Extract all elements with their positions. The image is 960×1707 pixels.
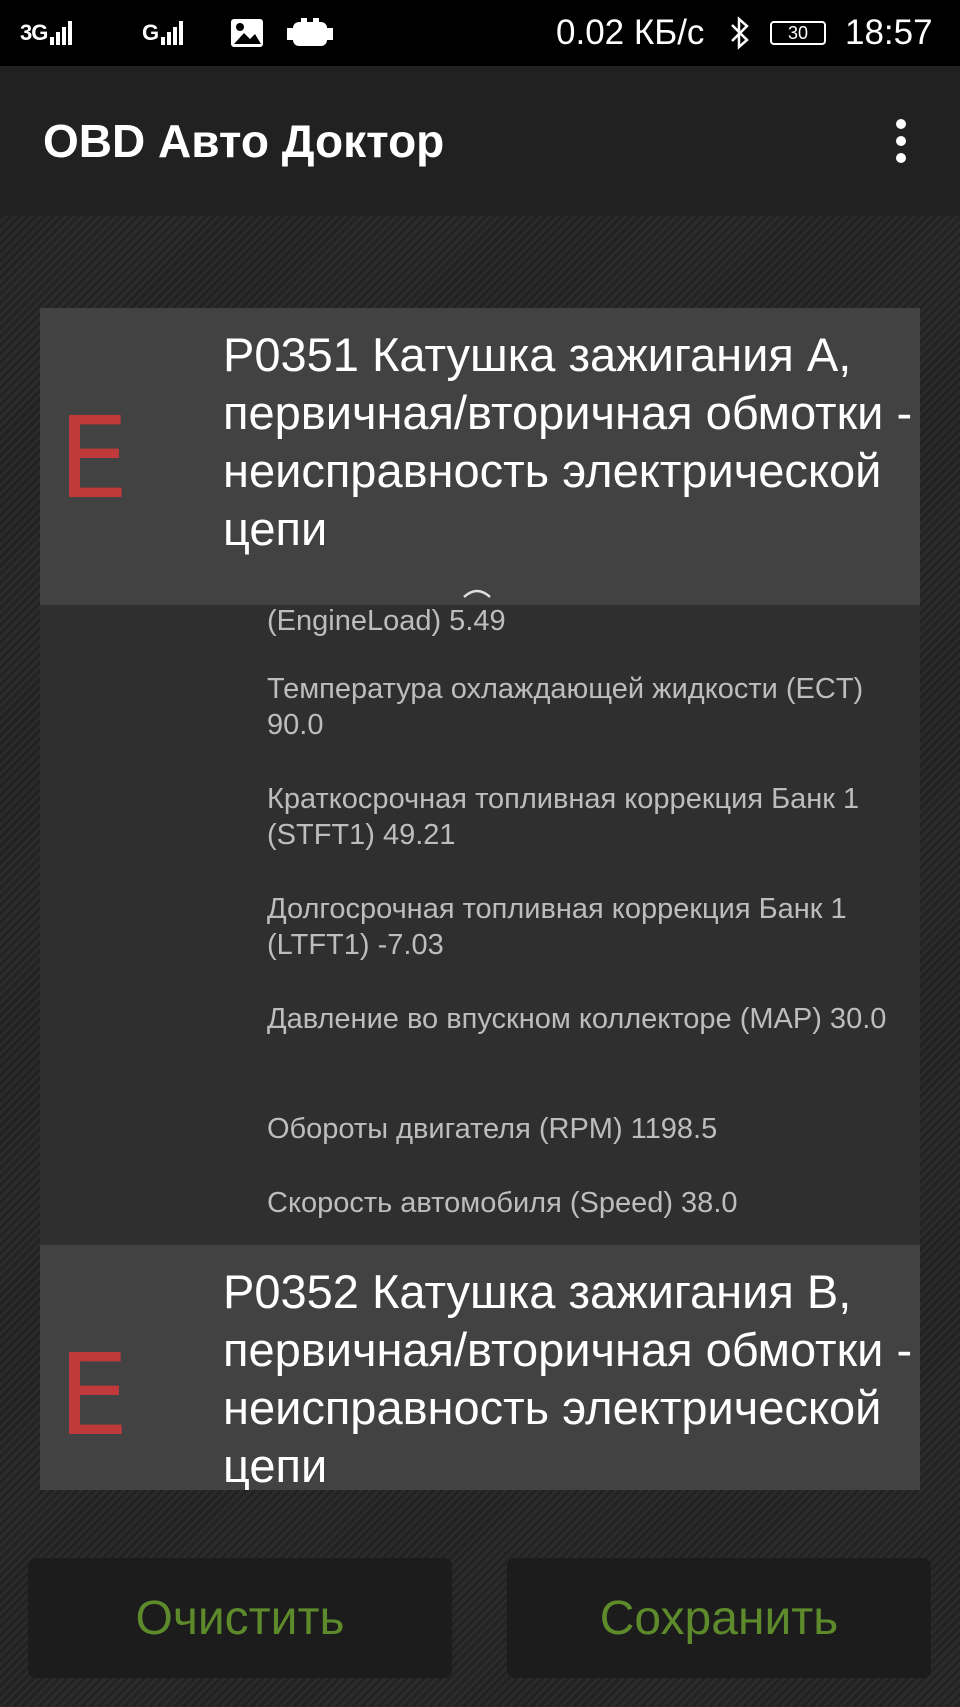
image-notification-icon bbox=[230, 0, 264, 66]
status-bar: 3G G 0.02 КБ/с 30 18:57 bbox=[0, 0, 960, 66]
clear-button[interactable]: Очистить bbox=[28, 1558, 452, 1678]
dtc-title: P0351 Катушка зажигания A, первичная/вто… bbox=[223, 326, 913, 558]
clock: 18:57 bbox=[845, 13, 933, 52]
battery-level: 30 bbox=[770, 21, 826, 45]
sim1-signal: 3G bbox=[20, 0, 73, 66]
dtc-code: P0351 bbox=[223, 328, 359, 381]
app-bar: OBD Авто Доктор bbox=[0, 66, 960, 216]
param-stft1: Краткосрочная топливная коррекция Банк 1… bbox=[267, 783, 860, 851]
sim2-network-type: G bbox=[142, 20, 159, 45]
collapse-chevron-icon[interactable] bbox=[462, 583, 492, 605]
battery-icon: 30 bbox=[770, 0, 826, 66]
param-map: Давление во впускном коллекторе (MAP) 30… bbox=[267, 1003, 887, 1035]
param-speed: Скорость автомобиля (Speed) 38.0 bbox=[267, 1187, 738, 1219]
param-ect: Температура охлаждающей жидкости (ECT) 9… bbox=[267, 673, 864, 741]
app-title: OBD Авто Доктор bbox=[43, 115, 445, 167]
dtc-status-letter: E bbox=[58, 394, 129, 524]
dtc-code: P0352 bbox=[223, 1265, 359, 1318]
signal-icon bbox=[161, 21, 184, 45]
param-engine-load: (EngineLoad) 5.49 bbox=[267, 605, 506, 637]
dtc-status-letter: E bbox=[58, 1331, 129, 1461]
dtc-list-item[interactable]: E P0351 Катушка зажигания A, первичная/в… bbox=[40, 308, 920, 606]
dtc-title: P0352 Катушка зажигания B, первичная/вто… bbox=[223, 1263, 913, 1490]
overflow-menu-icon[interactable] bbox=[880, 110, 922, 172]
obd-connector-icon bbox=[287, 0, 333, 66]
param-rpm: Обороты двигателя (RPM) 1198.5 bbox=[267, 1113, 718, 1145]
param-ltft1: Долгосрочная топливная коррекция Банк 1 … bbox=[267, 893, 847, 961]
save-button[interactable]: Сохранить bbox=[507, 1558, 931, 1678]
network-speed: 0.02 КБ/с bbox=[556, 13, 705, 52]
bluetooth-icon bbox=[728, 0, 752, 66]
dtc-list-item[interactable]: E P0352 Катушка зажигания B, первичная/в… bbox=[40, 1245, 920, 1490]
sim2-signal: G bbox=[142, 0, 184, 66]
freeze-frame-panel: (EngineLoad) 5.49 Температура охлаждающе… bbox=[40, 605, 920, 1245]
signal-icon bbox=[50, 21, 73, 45]
sim1-network-type: 3G bbox=[20, 20, 48, 45]
